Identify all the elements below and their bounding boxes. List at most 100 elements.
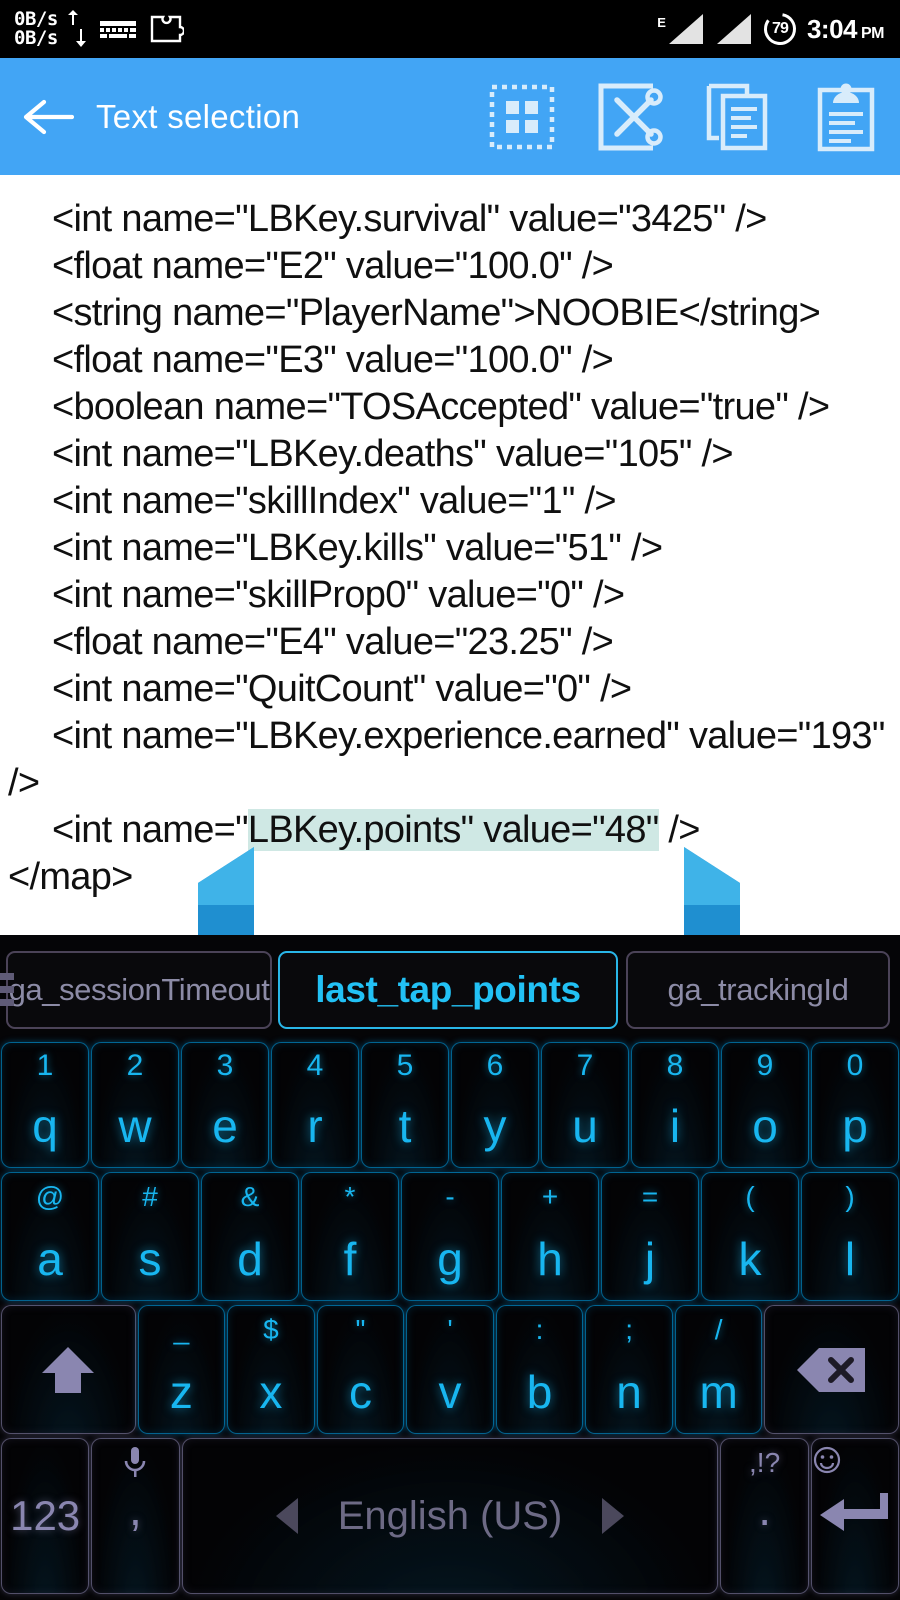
key-main-label: h xyxy=(537,1233,563,1285)
status-bar-right: E 79 3:04 PM xyxy=(657,12,900,46)
key-w[interactable]: 2w xyxy=(91,1042,179,1168)
suggestion-chip-2[interactable]: last_tap_points xyxy=(278,950,618,1029)
keyboard-row-2: @ a # s & d * f -g + h = j (k ) l xyxy=(0,1170,900,1303)
suggestion-chip-1[interactable]: ga_sessionTimeout xyxy=(6,950,272,1029)
key-main-label: t xyxy=(398,1100,412,1152)
key-alt-label: + xyxy=(541,1181,559,1212)
key-alt-label: ; xyxy=(625,1314,633,1345)
key-main-label: q xyxy=(32,1100,58,1152)
suggestion-chip-3[interactable]: ga_trackingId xyxy=(626,950,890,1029)
key-alt-label: ' xyxy=(447,1314,453,1345)
key-s[interactable]: # s xyxy=(101,1172,199,1301)
selected-text[interactable]: LBKey.points" value="48" xyxy=(247,809,659,851)
keyboard-row-1: 1q 2w 3e 4r 5t 6y 7u 8i 9o 0p xyxy=(0,1040,900,1170)
key-alt-label: 0 xyxy=(846,1049,864,1082)
key-a[interactable]: @ a xyxy=(1,1172,99,1301)
key-main-label: e xyxy=(212,1100,238,1152)
key-h[interactable]: + h xyxy=(501,1172,599,1301)
key-t[interactable]: 5t xyxy=(361,1042,449,1168)
mic-icon xyxy=(125,1447,146,1477)
key-main-label: . xyxy=(758,1483,771,1535)
key-alt-label: * xyxy=(344,1181,356,1212)
key-f[interactable]: * f xyxy=(301,1172,399,1301)
key-e[interactable]: 3e xyxy=(181,1042,269,1168)
network-download-speed: 0B/s xyxy=(14,27,58,49)
soft-keyboard[interactable]: ga_sessionTimeout last_tap_points ga_tra… xyxy=(0,935,900,1600)
key-y[interactable]: 6y xyxy=(451,1042,539,1168)
key-q[interactable]: 1q xyxy=(1,1042,89,1168)
key-g[interactable]: -g xyxy=(401,1172,499,1301)
prev-language-icon[interactable] xyxy=(272,1494,304,1538)
signal-indicator-1: E xyxy=(657,12,705,46)
key-main-label: s xyxy=(138,1233,162,1285)
shift-key[interactable] xyxy=(1,1305,136,1434)
key-v[interactable]: ' v xyxy=(406,1305,494,1434)
space-key[interactable]: English (US) xyxy=(181,1438,719,1594)
emoji-icon[interactable] xyxy=(812,1445,842,1475)
shift-arrow-icon xyxy=(42,1346,95,1393)
key-u[interactable]: 7u xyxy=(541,1042,629,1168)
key-alt-label: ) xyxy=(845,1181,855,1212)
backspace-key[interactable] xyxy=(764,1305,900,1434)
numeric-mode-key[interactable]: 123 xyxy=(1,1438,90,1594)
period-key[interactable]: ,!? . xyxy=(720,1438,809,1594)
key-main-label: x xyxy=(259,1366,283,1418)
back-arrow-icon xyxy=(23,99,74,134)
select-all-icon xyxy=(489,84,555,149)
paste-button[interactable] xyxy=(792,58,900,175)
enter-icon xyxy=(819,1493,888,1531)
page-title: Text selection xyxy=(96,97,301,135)
key-main-label: d xyxy=(237,1233,263,1285)
selection-handle-left[interactable] xyxy=(198,847,256,935)
key-alt-label: - xyxy=(445,1181,455,1212)
key-alt-label: ,!? xyxy=(749,1447,781,1478)
key-n[interactable]: ; n xyxy=(585,1305,673,1434)
key-b[interactable]: :b xyxy=(495,1305,584,1434)
key-main-label: c xyxy=(348,1366,372,1418)
comma-key[interactable]: , xyxy=(91,1438,180,1594)
clock-ampm: PM xyxy=(861,24,885,42)
status-bar: 0B/s 0B/s E 79 3:04 PM xyxy=(0,0,900,58)
backspace-icon xyxy=(796,1347,865,1392)
key-main-label: 123 xyxy=(10,1492,81,1539)
key-o[interactable]: 9o xyxy=(721,1042,809,1168)
battery-icon: 79 xyxy=(763,12,797,46)
key-d[interactable]: & d xyxy=(201,1172,299,1301)
back-button[interactable] xyxy=(0,96,96,138)
select-all-button[interactable] xyxy=(468,58,576,175)
key-alt-label: & xyxy=(240,1181,260,1212)
key-k[interactable]: (k xyxy=(701,1172,799,1301)
key-alt-label: 9 xyxy=(756,1049,774,1082)
key-main-label: a xyxy=(37,1233,63,1285)
network-type-label: E xyxy=(657,15,666,30)
key-z[interactable]: _ z xyxy=(137,1305,226,1434)
key-i[interactable]: 8i xyxy=(631,1042,719,1168)
key-x[interactable]: $ x xyxy=(227,1305,315,1434)
signal-indicator-2 xyxy=(716,14,751,44)
key-j[interactable]: = j xyxy=(601,1172,699,1301)
space-key-content: English (US) xyxy=(272,1494,629,1538)
key-alt-label: / xyxy=(714,1314,723,1345)
battery-percent: 79 xyxy=(772,20,789,37)
key-main-label: m xyxy=(699,1366,738,1418)
enter-key[interactable] xyxy=(810,1438,900,1594)
text-editor-surface[interactable]: <int name="LBKey.survival" value="3425" … xyxy=(0,175,900,935)
key-main-label: j xyxy=(644,1233,656,1285)
key-l[interactable]: ) l xyxy=(801,1172,899,1301)
key-c[interactable]: " c xyxy=(316,1305,405,1434)
key-r[interactable]: 4r xyxy=(271,1042,359,1168)
cut-button[interactable] xyxy=(576,58,684,175)
copy-button[interactable] xyxy=(684,58,792,175)
next-language-icon[interactable] xyxy=(596,1494,628,1538)
xml-content[interactable]: <int name="LBKey.survival" value="3425" … xyxy=(0,175,900,901)
keyboard-row-3: _ z $ x " c ' v :b ; n / m xyxy=(0,1303,900,1436)
suggestions-menu-icon[interactable] xyxy=(0,963,22,1015)
selection-handle-right[interactable] xyxy=(682,847,740,935)
key-alt-label: 6 xyxy=(486,1049,504,1082)
key-p[interactable]: 0p xyxy=(811,1042,899,1168)
key-main-label: n xyxy=(616,1366,642,1418)
key-m[interactable]: / m xyxy=(674,1305,763,1434)
key-main-label: u xyxy=(572,1100,598,1152)
keyboard-row-4: 123 , English (US) ,!? . xyxy=(0,1436,900,1596)
suggestion-bar[interactable]: ga_sessionTimeout last_tap_points ga_tra… xyxy=(0,935,900,1040)
